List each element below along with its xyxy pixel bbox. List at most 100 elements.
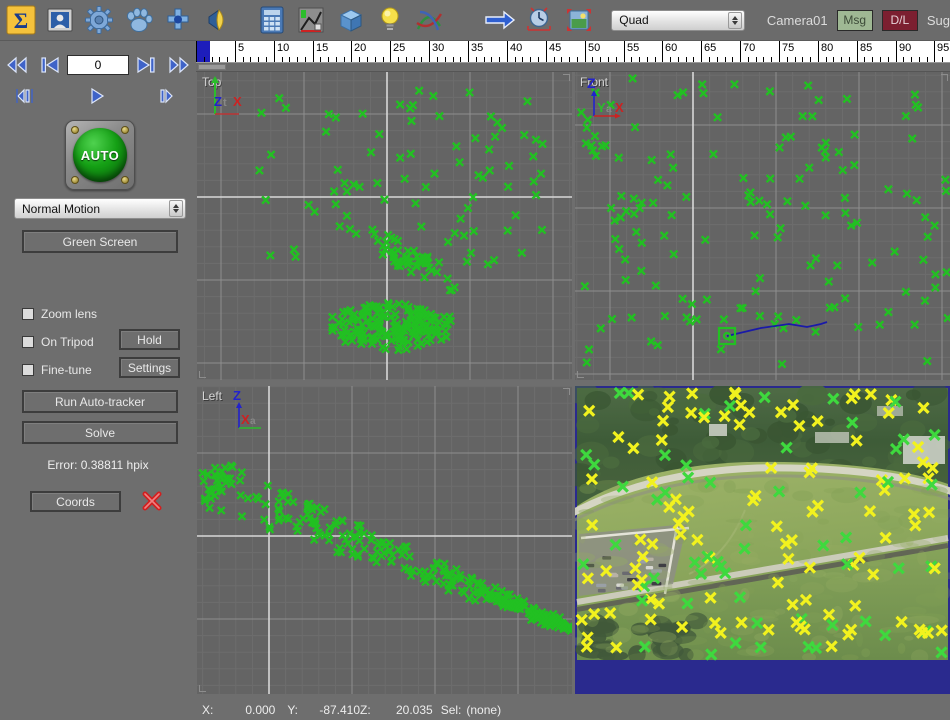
step-back-button[interactable] (11, 83, 45, 108)
sigma-summary-icon[interactable]: Σ (2, 3, 39, 37)
green-screen-button[interactable]: Green Screen (22, 230, 178, 253)
spreadsheet-icon[interactable] (253, 3, 290, 37)
status-badge-msg[interactable]: Msg (836, 9, 873, 31)
lens-cap-icon[interactable] (198, 3, 235, 37)
transport-row-primary: 0 (0, 52, 196, 77)
red-x-delete-icon[interactable] (140, 489, 164, 513)
lightbulb-icon[interactable] (371, 3, 408, 37)
viewport-resize-corner[interactable] (199, 371, 206, 378)
gear-settings-icon[interactable] (81, 3, 118, 37)
forward-to-key-button[interactable] (129, 52, 162, 77)
viewport-front[interactable]: Front Z Y a X (575, 72, 950, 380)
3d-cube-icon[interactable] (332, 3, 369, 37)
ruler-tick (313, 41, 314, 62)
mesh-shapes-icon[interactable] (411, 3, 448, 37)
auto-mode-button[interactable]: AUTO (65, 120, 135, 190)
perspective-add-icon[interactable] (159, 3, 196, 37)
viewport-left-label: Left (202, 389, 223, 403)
view-layout-select[interactable]: Quad (611, 9, 745, 31)
motion-type-select[interactable]: Normal Motion (14, 198, 186, 219)
checkbox-box[interactable] (22, 364, 34, 376)
ruler-tick (515, 57, 516, 62)
auto-dome: AUTO (73, 128, 127, 182)
checkbox-box[interactable] (22, 308, 34, 320)
ruler-tick (927, 57, 928, 62)
motion-type-spinner[interactable] (169, 200, 183, 217)
ruler-tick (802, 57, 803, 62)
viewport-camera[interactable] (575, 386, 950, 694)
settings-button[interactable]: Settings (119, 357, 180, 378)
ruler-tick (942, 57, 943, 62)
zoom-lens-checkbox[interactable]: Zoom lens (22, 307, 97, 321)
view-layout-spinner[interactable] (727, 11, 742, 29)
current-frame-input[interactable]: 0 (66, 54, 130, 75)
svg-text:Z: Z (214, 94, 222, 109)
ruler-tick (437, 57, 438, 62)
timeline-ruler[interactable]: 5 10 15 20 25 30 35 40 45 50 55 60 65 70 75 80 85 90 95 (196, 41, 950, 63)
paw-tracker-icon[interactable] (120, 3, 157, 37)
ruler-tick (491, 57, 492, 62)
timeline-playhead[interactable] (196, 41, 210, 62)
svg-text:Σ: Σ (13, 8, 27, 33)
run-auto-tracker-button[interactable]: Run Auto-tracker (22, 390, 178, 413)
viewport-top[interactable]: Top Z t X (197, 72, 572, 380)
ruler-tick (732, 57, 733, 62)
image-preferences-icon[interactable] (41, 3, 78, 37)
viewport-resize-corner[interactable] (941, 74, 948, 81)
forward-all-button[interactable] (163, 52, 196, 77)
timeline-clock-icon[interactable] (521, 3, 558, 37)
ruler-tick (585, 41, 586, 62)
suggestion-label[interactable]: Sug (927, 13, 950, 28)
ruler-tick (880, 57, 881, 62)
svg-text:Z: Z (233, 388, 241, 403)
scrollbar-thumb[interactable] (198, 64, 226, 70)
ruler-tick (763, 57, 764, 62)
ruler-tick (375, 57, 376, 62)
timeline-scrollbar[interactable] (196, 63, 950, 72)
on-tripod-checkbox[interactable]: On Tripod (22, 335, 94, 349)
rewind-all-button[interactable] (0, 52, 33, 77)
graph-editor-icon[interactable] (293, 3, 330, 37)
ruler-tick (421, 57, 422, 62)
solve-button[interactable]: Solve (22, 421, 178, 444)
viewport-resize-corner[interactable] (577, 371, 584, 378)
ruler-tick (546, 41, 547, 62)
ruler-tick (857, 41, 858, 62)
svg-text:Y: Y (597, 100, 606, 115)
transport-row-secondary (0, 83, 196, 108)
svg-text:t: t (223, 97, 227, 109)
ruler-tick (351, 41, 352, 62)
step-forward-button[interactable] (151, 83, 185, 108)
screw-icon (121, 176, 129, 184)
ruler-tick (266, 57, 267, 62)
ruler-tick (235, 41, 236, 62)
ruler-label: 50 (588, 42, 601, 54)
hold-button[interactable]: Hold (119, 329, 180, 350)
ruler-tick (639, 57, 640, 62)
viewport-resize-corner[interactable] (563, 388, 570, 395)
region-marker-icon[interactable] (560, 3, 597, 37)
viewport-resize-corner[interactable] (563, 74, 570, 81)
play-button[interactable] (81, 83, 115, 108)
status-sel-label: Sel: (440, 703, 462, 717)
blue-arrow-icon[interactable] (481, 3, 518, 37)
left-sidebar: 0 AUTO Normal Motion Green Screen Zoom l… (0, 41, 196, 720)
ruler-tick (631, 57, 632, 62)
rewind-to-key-button[interactable] (33, 52, 66, 77)
coords-button[interactable]: Coords (30, 491, 121, 512)
ruler-tick (212, 57, 213, 62)
fine-tune-checkbox[interactable]: Fine-tune (22, 363, 92, 377)
ruler-tick (414, 57, 415, 62)
viewport-resize-corner[interactable] (199, 685, 206, 692)
checkbox-box[interactable] (22, 336, 34, 348)
ruler-tick (383, 57, 384, 62)
ruler-tick (429, 41, 430, 62)
viewport-left[interactable]: Left Z X a (197, 386, 572, 694)
status-sel-value: (none) (466, 703, 502, 717)
ruler-tick (701, 41, 702, 62)
ruler-tick (484, 57, 485, 62)
status-y-value: -87.410 (319, 703, 361, 717)
status-badge-dl[interactable]: D/L (881, 9, 918, 31)
ruler-tick (274, 41, 275, 62)
ruler-label: 55 (627, 42, 640, 54)
